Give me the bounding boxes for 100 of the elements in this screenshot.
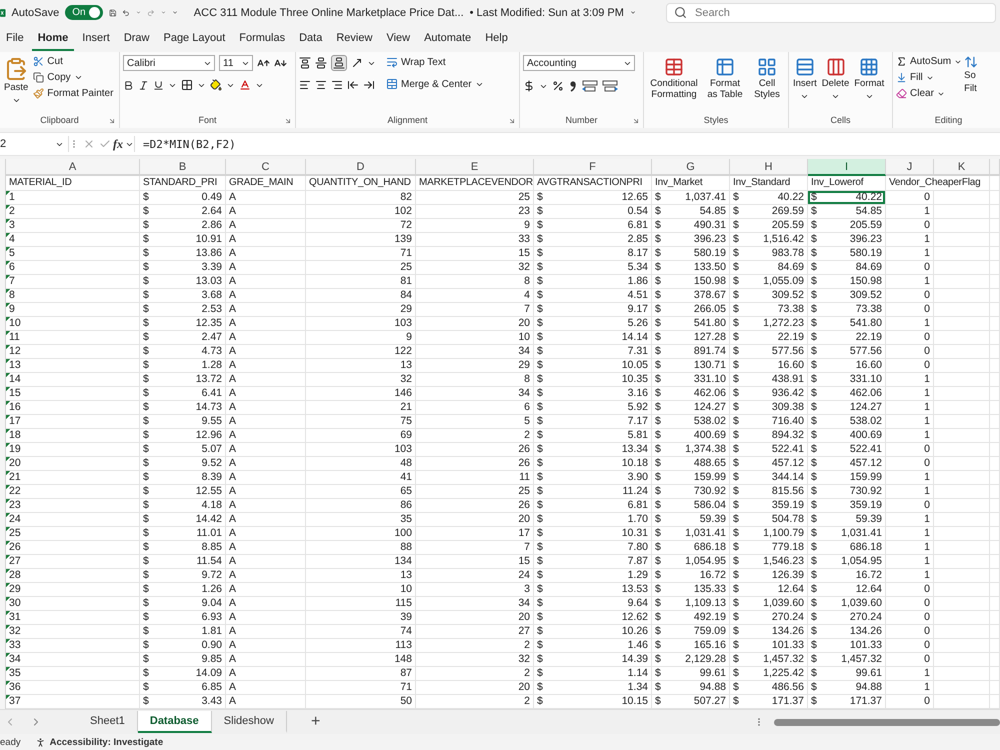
column-letter[interactable]: G [652, 159, 730, 176]
borders-icon[interactable] [181, 79, 193, 91]
menu-tab[interactable]: Page Layout [157, 28, 232, 51]
table-cell: 29 [306, 303, 416, 317]
menu-tab[interactable]: Help [479, 28, 514, 51]
column-letter[interactable]: B [140, 159, 226, 176]
table-cell: $ 11.01 [140, 527, 226, 541]
group-label: Number [565, 115, 598, 127]
accessibility-status[interactable]: Accessibility: Investigate [50, 736, 164, 748]
format-as-table-button[interactable]: Format as Table [704, 55, 746, 115]
font-name-field[interactable]: Calibri [123, 55, 215, 71]
font-size-field[interactable]: 11 [219, 55, 253, 71]
column-letter[interactable]: K [934, 159, 990, 176]
column-letter[interactable]: J [886, 159, 934, 176]
menu-tab[interactable]: Review [330, 28, 378, 51]
table-cell: $ 1,516.42 [730, 233, 808, 247]
table-cell: $ 359.19 [808, 499, 886, 513]
align-middle-icon[interactable] [315, 57, 327, 69]
table-cell: A [226, 443, 306, 457]
dialog-launcher-icon[interactable] [108, 117, 116, 125]
merge-center-button[interactable]: Merge & Center [385, 77, 485, 91]
align-right-icon[interactable] [331, 79, 343, 91]
empty-cell [934, 639, 990, 653]
align-top-icon[interactable] [299, 57, 311, 69]
format-painter-button[interactable]: Format Painter [32, 87, 114, 100]
add-sheet-button[interactable]: + [304, 712, 326, 732]
cell-styles-button[interactable]: Cell Styles [749, 55, 785, 115]
align-bottom-button[interactable] [331, 55, 347, 71]
conditional-formatting-button[interactable]: Conditional Formatting [647, 55, 701, 115]
table-cell: $ 13.03 [140, 275, 226, 289]
sort-filter-button[interactable]: So Filt [964, 55, 978, 115]
orientation-icon[interactable] [351, 57, 363, 69]
column-letter[interactable]: F [534, 159, 652, 176]
search-field[interactable]: Search [666, 2, 996, 22]
empty-cell [990, 275, 1000, 289]
currency-icon[interactable] [523, 80, 535, 92]
italic-icon[interactable] [138, 80, 149, 90]
sheet-tab[interactable]: Database [138, 711, 212, 733]
copy-button[interactable]: Copy [32, 71, 114, 84]
cut-button[interactable]: Cut [32, 55, 114, 68]
table-cell: 103 [306, 317, 416, 331]
wrap-text-button[interactable]: Wrap Text [385, 55, 485, 69]
table-cell: A [226, 499, 306, 513]
decrease-decimal-icon[interactable] [602, 79, 618, 93]
number-format-field[interactable]: Accounting [523, 55, 635, 71]
bold-icon[interactable] [123, 80, 134, 90]
increase-indent-icon[interactable] [363, 79, 375, 91]
menu-tab[interactable]: Data [293, 28, 328, 51]
column-letter[interactable]: A [6, 159, 140, 176]
name-box[interactable]: 2 [0, 136, 69, 152]
fill-color-icon[interactable] [210, 79, 222, 91]
table-cell: $ 73.38 [808, 303, 886, 317]
font-color-icon[interactable] [239, 79, 251, 91]
wrap-text-icon [386, 56, 398, 68]
table-cell: 27 [416, 625, 534, 639]
menu-tab[interactable]: View [380, 28, 416, 51]
sheet-tab[interactable]: Slideshow [212, 711, 287, 733]
last-modified-text[interactable]: • Last Modified: Sun at 3:09 PM [470, 6, 624, 18]
column-letter[interactable]: H [730, 159, 808, 176]
insert-function-button[interactable]: fx [111, 136, 125, 152]
clear-button[interactable]: Clear [895, 87, 964, 100]
table-cell: 69 [306, 429, 416, 443]
insert-button[interactable]: Insert [792, 55, 818, 115]
column-letter[interactable]: E [416, 159, 534, 176]
table-cell: $ 1.70 [534, 513, 652, 527]
formula-field[interactable]: =D2*MIN(B2,F2) [134, 136, 1000, 152]
delete-button[interactable]: Delete [820, 55, 850, 115]
align-left-icon[interactable] [299, 79, 311, 91]
table-cell: 0 [886, 639, 934, 653]
autosave-toggle[interactable]: On [65, 5, 103, 20]
accessibility-icon[interactable] [34, 736, 46, 748]
menu-tab[interactable]: Insert [76, 28, 116, 51]
menu-tab[interactable]: File [0, 28, 30, 51]
menu-tab[interactable]: Draw [118, 28, 156, 51]
column-letter[interactable]: D [306, 159, 416, 176]
dialog-launcher-icon[interactable] [632, 117, 640, 125]
menu-tab[interactable]: Automate [418, 28, 478, 51]
empty-cell [934, 317, 990, 331]
menu-tab[interactable]: Formulas [233, 28, 292, 51]
dialog-launcher-icon[interactable] [284, 117, 292, 125]
table-cell: A [226, 233, 306, 247]
autosum-button[interactable]: AutoSum [895, 55, 964, 68]
paste-button[interactable]: Paste [3, 55, 30, 115]
table-cell: 41 [306, 471, 416, 485]
comma-style-icon[interactable] [568, 79, 578, 93]
empty-cell [990, 555, 1000, 569]
fill-button[interactable]: Fill [895, 71, 964, 84]
increase-decimal-icon[interactable] [582, 79, 598, 93]
table-cell: $ 0.54 [534, 205, 652, 219]
underline-icon[interactable] [153, 80, 164, 90]
dialog-launcher-icon[interactable] [508, 117, 516, 125]
percent-icon[interactable] [552, 80, 564, 92]
column-letter[interactable]: I [808, 159, 886, 176]
format-button[interactable]: Format [853, 55, 886, 115]
table-cell: 8 [416, 275, 534, 289]
column-letter[interactable]: C [226, 159, 306, 176]
align-center-icon[interactable] [315, 79, 327, 91]
empty-cell [934, 457, 990, 471]
decrease-indent-icon[interactable] [347, 79, 359, 91]
table-cell: $ 134.26 [808, 625, 886, 639]
